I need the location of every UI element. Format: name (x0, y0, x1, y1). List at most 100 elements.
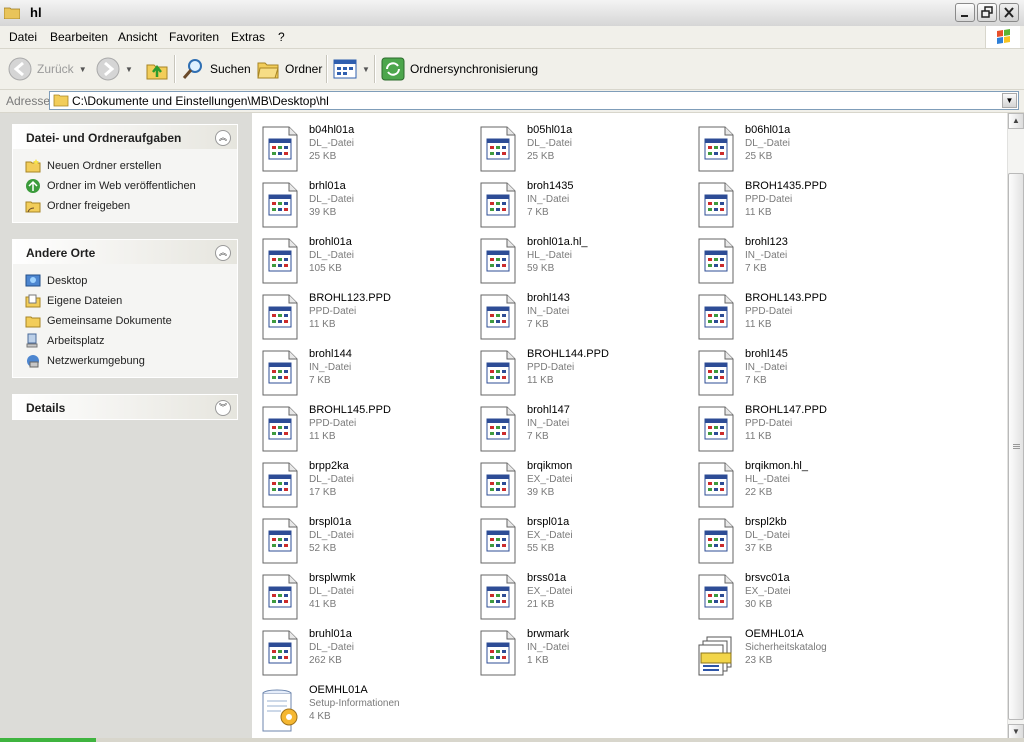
menu-datei[interactable]: Datei (9, 30, 37, 44)
place-network[interactable]: Netzwerkumgebung (25, 351, 237, 371)
file-size: 7 KB (527, 207, 549, 218)
place-desktop[interactable]: Desktop (25, 271, 237, 291)
task-new-folder[interactable]: Neuen Ordner erstellen (25, 156, 237, 176)
views-dropdown-icon[interactable]: ▼ (362, 65, 370, 74)
menu-extras[interactable]: Extras (231, 30, 265, 44)
file-item[interactable]: brhl01a DL_-Datei 39 KB (252, 172, 467, 228)
file-item[interactable]: BROHL143.PPD PPD-Datei 11 KB (688, 284, 903, 340)
place-label[interactable]: Eigene Dateien (47, 295, 122, 307)
file-type: PPD-Datei (527, 362, 575, 373)
task-label[interactable]: Ordner im Web veröffentlichen (47, 180, 196, 192)
back-arrow-icon (8, 57, 32, 81)
file-info: brohl123 IN_-Datei 7 KB (745, 236, 788, 275)
file-size: 11 KB (309, 319, 336, 330)
file-item[interactable]: brsvc01a EX_-Datei 30 KB (688, 564, 903, 620)
file-item[interactable]: brohl123 IN_-Datei 7 KB (688, 228, 903, 284)
scroll-up-button[interactable]: ▲ (1008, 113, 1024, 129)
place-my-documents[interactable]: Eigene Dateien (25, 291, 237, 311)
place-my-computer[interactable]: Arbeitsplatz (25, 331, 237, 351)
search-button[interactable]: Suchen (181, 49, 251, 89)
task-label[interactable]: Ordner freigeben (47, 200, 130, 212)
panel-header[interactable]: Details ︾ (13, 395, 237, 419)
folder-sync-button[interactable]: Ordnersynchronisierung (381, 49, 538, 89)
file-item[interactable]: BROH1435.PPD PPD-Datei 11 KB (688, 172, 903, 228)
file-type: DL_-Datei (745, 530, 791, 541)
up-button[interactable] (145, 49, 169, 89)
file-type: IN_-Datei (745, 250, 788, 261)
place-label[interactable]: Gemeinsame Dokumente (47, 315, 172, 327)
file-name: bruhl01a (309, 628, 352, 640)
file-item[interactable]: brohl147 IN_-Datei 7 KB (470, 396, 685, 452)
file-item[interactable]: OEMHL01A Sicherheitskatalog 23 KB (688, 620, 903, 676)
menu-ansicht[interactable]: Ansicht (118, 30, 157, 44)
file-item[interactable]: broh1435 IN_-Datei 7 KB (470, 172, 685, 228)
menu-favoriten[interactable]: Favoriten (169, 30, 219, 44)
expand-icon[interactable]: ︾ (215, 400, 231, 416)
file-item[interactable]: b04hl01a DL_-Datei 25 KB (252, 116, 467, 172)
file-item[interactable]: BROHL123.PPD PPD-Datei 11 KB (252, 284, 467, 340)
file-item[interactable]: brsplwmk DL_-Datei 41 KB (252, 564, 467, 620)
new-folder-icon (25, 159, 41, 173)
folders-button[interactable]: Ordner (256, 49, 322, 89)
file-item[interactable]: brohl144 IN_-Datei 7 KB (252, 340, 467, 396)
file-item[interactable]: brohl01a DL_-Datei 105 KB (252, 228, 467, 284)
task-label[interactable]: Neuen Ordner erstellen (47, 160, 161, 172)
menu-help[interactable]: ? (278, 30, 285, 44)
address-dropdown-button[interactable]: ▼ (1002, 93, 1017, 108)
file-item[interactable]: brqikmon EX_-Datei 39 KB (470, 452, 685, 508)
minimize-icon (961, 15, 968, 17)
restore-button[interactable] (977, 3, 997, 22)
scroll-thumb[interactable] (1008, 173, 1024, 720)
file-item[interactable]: BROHL147.PPD PPD-Datei 11 KB (688, 396, 903, 452)
vertical-scrollbar[interactable]: ▲ ▼ (1007, 113, 1024, 740)
file-item[interactable]: brspl2kb DL_-Datei 37 KB (688, 508, 903, 564)
file-item[interactable]: brqikmon.hl_ HL_-Datei 22 KB (688, 452, 903, 508)
file-item[interactable]: b06hl01a DL_-Datei 25 KB (688, 116, 903, 172)
file-item[interactable]: brohl01a.hl_ HL_-Datei 59 KB (470, 228, 685, 284)
address-input[interactable]: C:\Dokumente und Einstellungen\MB\Deskto… (49, 91, 1019, 110)
views-button[interactable]: ▼ (333, 49, 370, 89)
task-publish-web[interactable]: Ordner im Web veröffentlichen (25, 176, 237, 196)
file-type: IN_-Datei (527, 194, 570, 205)
generic-file-icon (698, 518, 734, 564)
computer-icon (26, 333, 38, 348)
close-button[interactable] (999, 3, 1019, 22)
file-type: DL_-Datei (745, 138, 791, 149)
file-info: broh1435 IN_-Datei 7 KB (527, 180, 574, 219)
file-item[interactable]: brspl01a DL_-Datei 52 KB (252, 508, 467, 564)
back-button[interactable]: Zurück ▼ (8, 49, 87, 89)
folder-icon (53, 94, 69, 107)
file-size: 25 KB (745, 151, 773, 162)
file-item[interactable]: brohl143 IN_-Datei 7 KB (470, 284, 685, 340)
generic-file-icon (262, 462, 298, 508)
file-item[interactable]: brss01a EX_-Datei 21 KB (470, 564, 685, 620)
file-item[interactable]: b05hl01a DL_-Datei 25 KB (470, 116, 685, 172)
file-item[interactable]: bruhl01a DL_-Datei 262 KB (252, 620, 467, 676)
back-dropdown-icon[interactable]: ▼ (79, 65, 87, 74)
menu-bearbeiten[interactable]: Bearbeiten (50, 30, 108, 44)
documents-folder-icon (25, 294, 41, 308)
panel-header[interactable]: Datei- und Ordneraufgaben ︽ (13, 125, 237, 149)
file-item[interactable]: BROHL144.PPD PPD-Datei 11 KB (470, 340, 685, 396)
place-label[interactable]: Desktop (47, 275, 87, 287)
folders-icon (257, 62, 279, 79)
file-item[interactable]: OEMHL01A Setup-Informationen 4 KB (252, 676, 467, 732)
forward-dropdown-icon[interactable]: ▼ (125, 65, 133, 74)
file-size: 7 KB (745, 375, 767, 386)
panel-header[interactable]: Andere Orte ︽ (13, 240, 237, 264)
task-share-folder[interactable]: Ordner freigeben (25, 196, 237, 216)
file-name: brohl01a.hl_ (527, 236, 588, 248)
collapse-icon[interactable]: ︽ (215, 245, 231, 261)
forward-button[interactable]: ▼ (96, 49, 133, 89)
file-item[interactable]: brwmark IN_-Datei 1 KB (470, 620, 685, 676)
file-name: b05hl01a (527, 124, 573, 136)
place-label[interactable]: Netzwerkumgebung (47, 355, 145, 367)
place-label[interactable]: Arbeitsplatz (47, 335, 104, 347)
place-shared-documents[interactable]: Gemeinsame Dokumente (25, 311, 237, 331)
file-item[interactable]: brspl01a EX_-Datei 55 KB (470, 508, 685, 564)
collapse-icon[interactable]: ︽ (215, 130, 231, 146)
file-item[interactable]: brohl145 IN_-Datei 7 KB (688, 340, 903, 396)
file-item[interactable]: BROHL145.PPD PPD-Datei 11 KB (252, 396, 467, 452)
file-item[interactable]: brpp2ka DL_-Datei 17 KB (252, 452, 467, 508)
minimize-button[interactable] (955, 3, 975, 22)
